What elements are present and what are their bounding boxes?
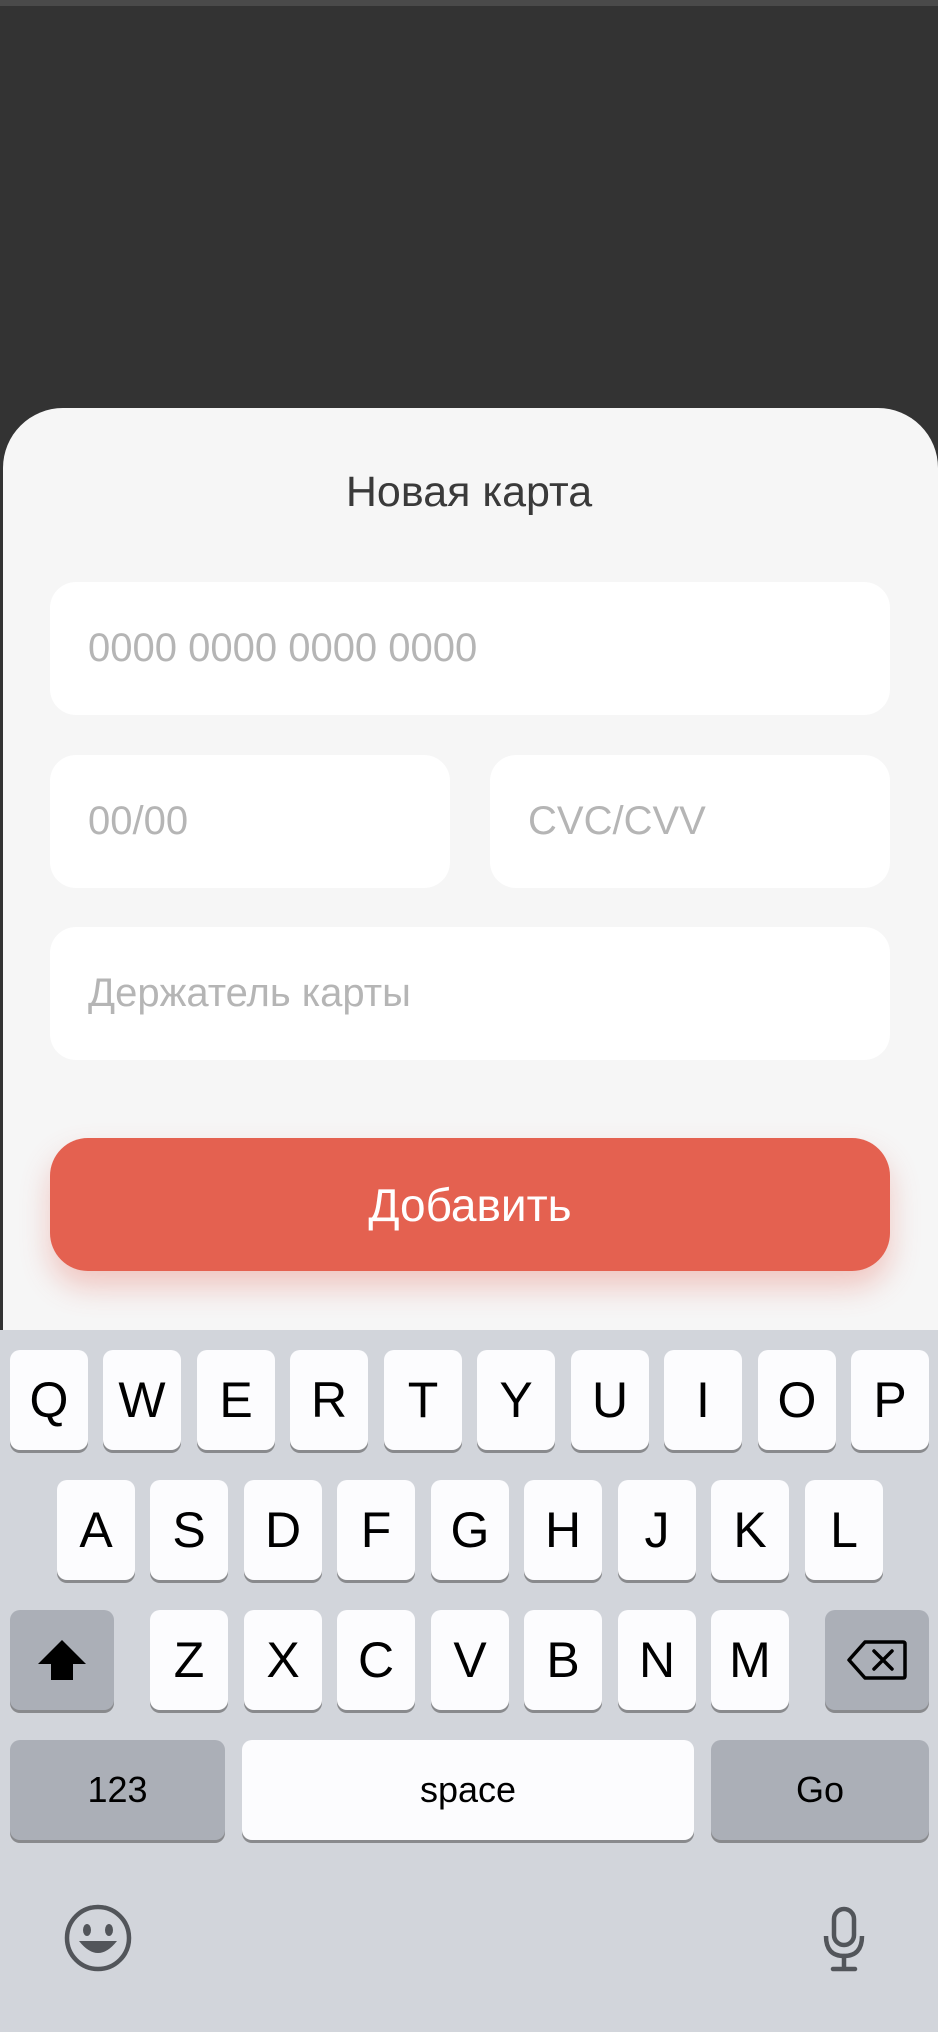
key-u[interactable]: U [571, 1350, 649, 1450]
shift-key[interactable] [10, 1610, 114, 1710]
microphone-icon [823, 1906, 865, 1972]
space-key[interactable]: space [242, 1740, 694, 1840]
card-number-input[interactable] [50, 582, 890, 715]
key-a[interactable]: A [57, 1480, 135, 1580]
shift-icon [38, 1640, 86, 1680]
backspace-icon [847, 1640, 907, 1680]
key-t[interactable]: T [384, 1350, 462, 1450]
key-k[interactable]: K [711, 1480, 789, 1580]
key-s[interactable]: S [150, 1480, 228, 1580]
key-d[interactable]: D [244, 1480, 322, 1580]
emoji-button[interactable] [60, 1900, 136, 1976]
card-holder-input[interactable] [50, 927, 890, 1060]
key-q[interactable]: Q [10, 1350, 88, 1450]
key-i[interactable]: I [664, 1350, 742, 1450]
key-f[interactable]: F [337, 1480, 415, 1580]
emoji-icon [64, 1904, 132, 1972]
key-r[interactable]: R [290, 1350, 368, 1450]
key-e[interactable]: E [197, 1350, 275, 1450]
expiry-date-input[interactable] [50, 755, 450, 888]
sheet-title: Новая карта [345, 468, 593, 516]
add-card-button[interactable]: Добавить [50, 1138, 890, 1271]
key-m[interactable]: M [711, 1610, 789, 1710]
key-w[interactable]: W [103, 1350, 181, 1450]
microphone-button[interactable] [812, 1898, 876, 1980]
key-z[interactable]: Z [150, 1610, 228, 1710]
key-v[interactable]: V [431, 1610, 509, 1710]
key-l[interactable]: L [805, 1480, 883, 1580]
key-j[interactable]: J [618, 1480, 696, 1580]
key-g[interactable]: G [431, 1480, 509, 1580]
key-p[interactable]: P [851, 1350, 929, 1450]
key-x[interactable]: X [244, 1610, 322, 1710]
backspace-key[interactable] [825, 1610, 929, 1710]
key-y[interactable]: Y [477, 1350, 555, 1450]
key-c[interactable]: C [337, 1610, 415, 1710]
key-b[interactable]: B [524, 1610, 602, 1710]
key-n[interactable]: N [618, 1610, 696, 1710]
go-key[interactable]: Go [711, 1740, 929, 1840]
numbers-key[interactable]: 123 [10, 1740, 225, 1840]
key-h[interactable]: H [524, 1480, 602, 1580]
keyboard: Q W E R T Y U I O P A S D F G H J K L Z … [0, 1330, 938, 2032]
key-o[interactable]: O [758, 1350, 836, 1450]
status-bar-divider [0, 0, 938, 6]
cvc-input[interactable] [490, 755, 890, 888]
